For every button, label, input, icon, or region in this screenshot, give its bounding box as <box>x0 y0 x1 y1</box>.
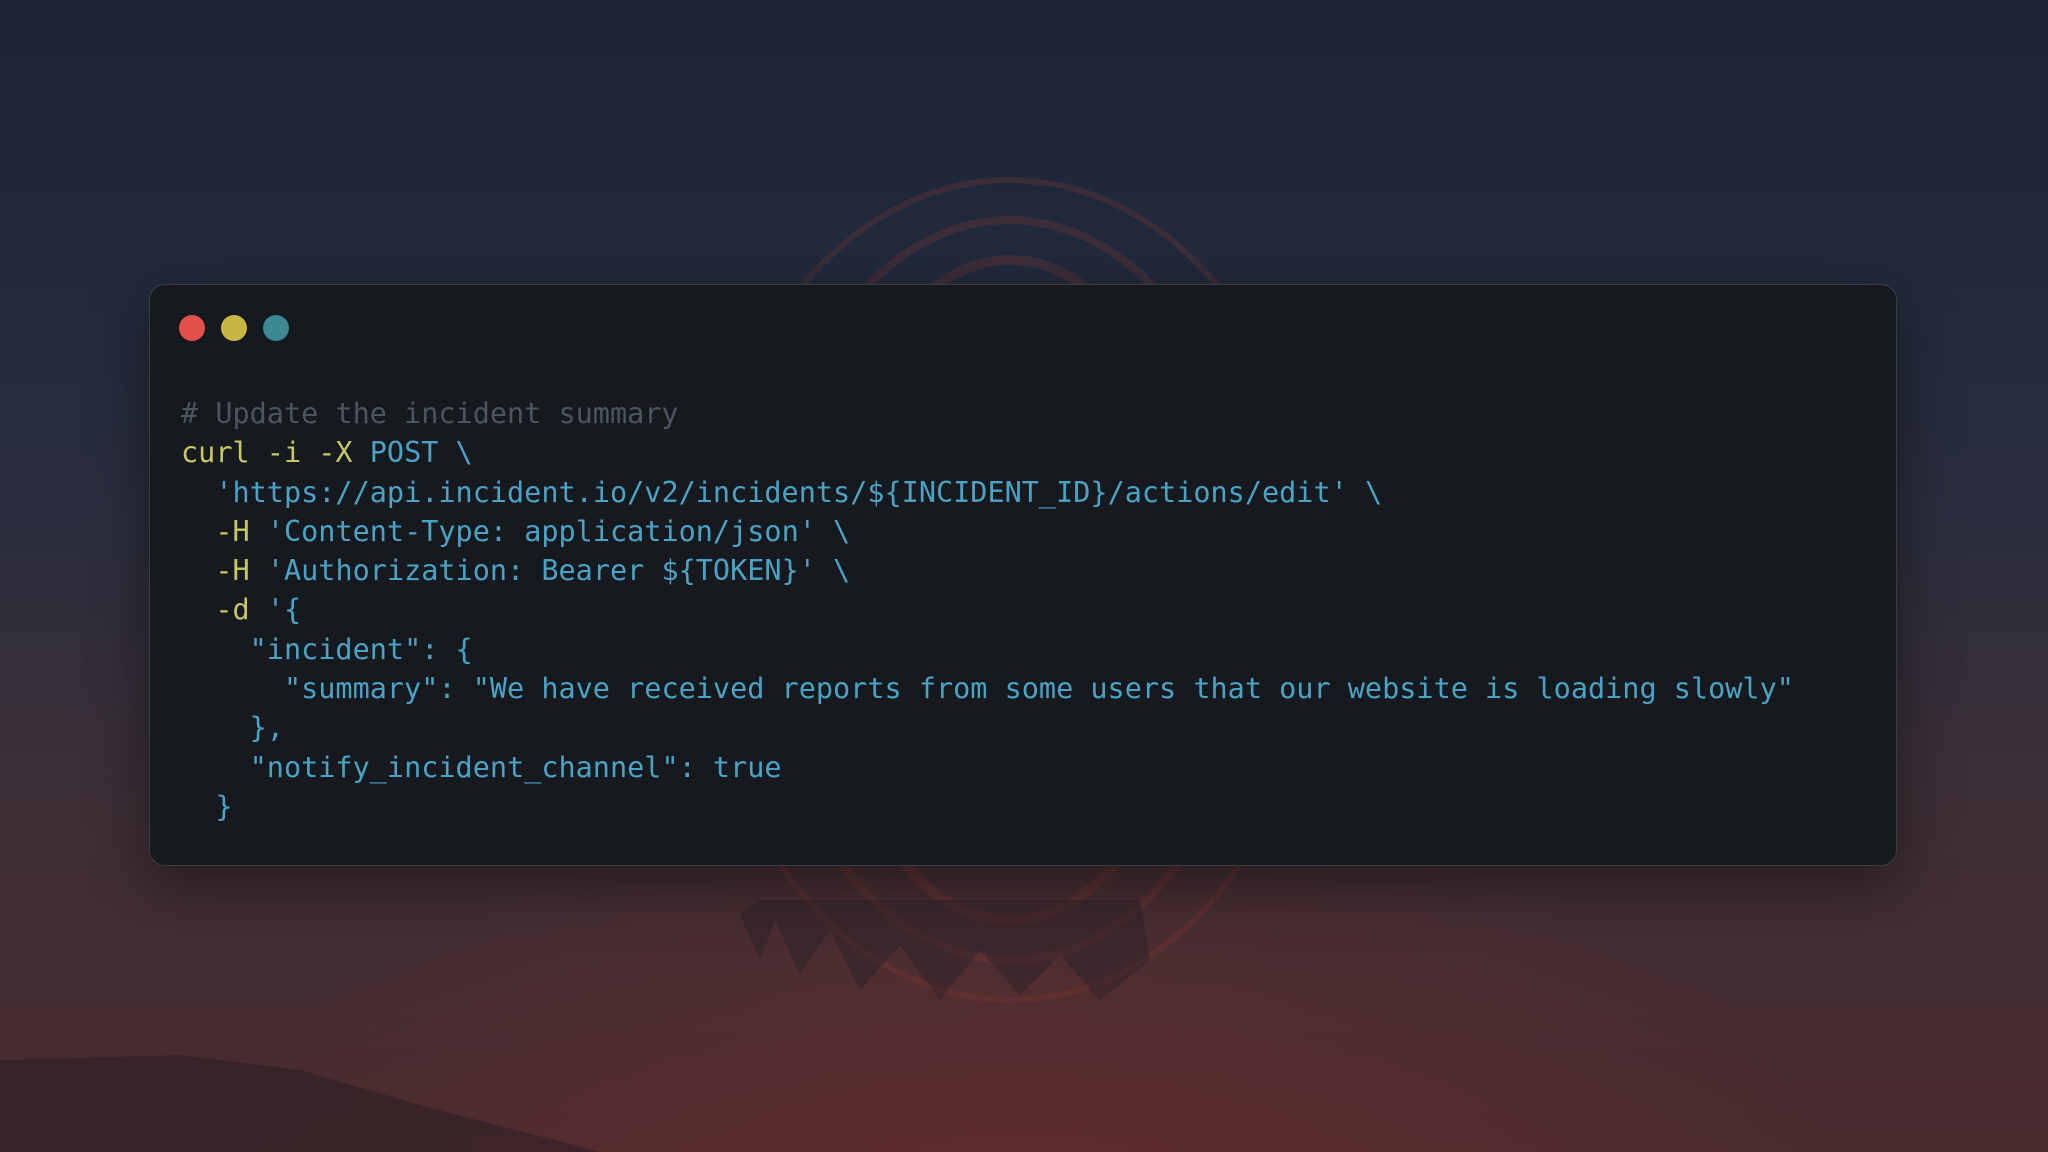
code-token: # Update the incident summary <box>181 397 679 430</box>
minimize-dot-icon[interactable] <box>221 315 247 341</box>
code-line: } <box>181 787 1794 826</box>
code-token: -H <box>215 514 267 548</box>
code-line: -H 'Content-Type: application/json' \ <box>181 512 1794 551</box>
code-line: # Update the incident summary <box>181 394 1794 433</box>
window-controls <box>179 315 289 341</box>
code-token: "notify_incident_channel": true <box>249 750 782 784</box>
code-token: POST \ <box>369 436 473 470</box>
code-line: 'https://api.incident.io/v2/incidents/${… <box>181 473 1794 512</box>
code-token: "incident": { <box>249 632 473 666</box>
code-token: } <box>215 789 233 823</box>
code-line: "incident": { <box>181 630 1794 669</box>
code-token: '{ <box>266 593 302 627</box>
code-token: -d <box>215 593 267 627</box>
code-token: 'Content-Type: application/json' \ <box>266 514 851 548</box>
code-token: -H <box>215 554 267 588</box>
code-line: -H 'Authorization: Bearer ${TOKEN}' \ <box>181 551 1794 590</box>
code-line: }, <box>181 708 1794 747</box>
code-line: curl -i -X POST \ <box>181 433 1794 472</box>
maximize-dot-icon[interactable] <box>263 315 289 341</box>
code-line: "notify_incident_channel": true <box>181 748 1794 787</box>
code-token: 'https://api.incident.io/v2/incidents/${… <box>215 475 1383 509</box>
code-token: "summary": "We have received reports fro… <box>283 672 1794 706</box>
code-token: curl -i -X <box>181 436 370 470</box>
close-dot-icon[interactable] <box>179 315 205 341</box>
code-block: # Update the incident summary curl -i -X … <box>181 394 1794 826</box>
code-line: "summary": "We have received reports fro… <box>181 669 1794 708</box>
code-token: }, <box>249 711 284 745</box>
code-line: -d '{ <box>181 590 1794 629</box>
terminal-window: # Update the incident summary curl -i -X … <box>149 284 1897 866</box>
code-token: 'Authorization: Bearer ${TOKEN}' \ <box>266 554 851 588</box>
